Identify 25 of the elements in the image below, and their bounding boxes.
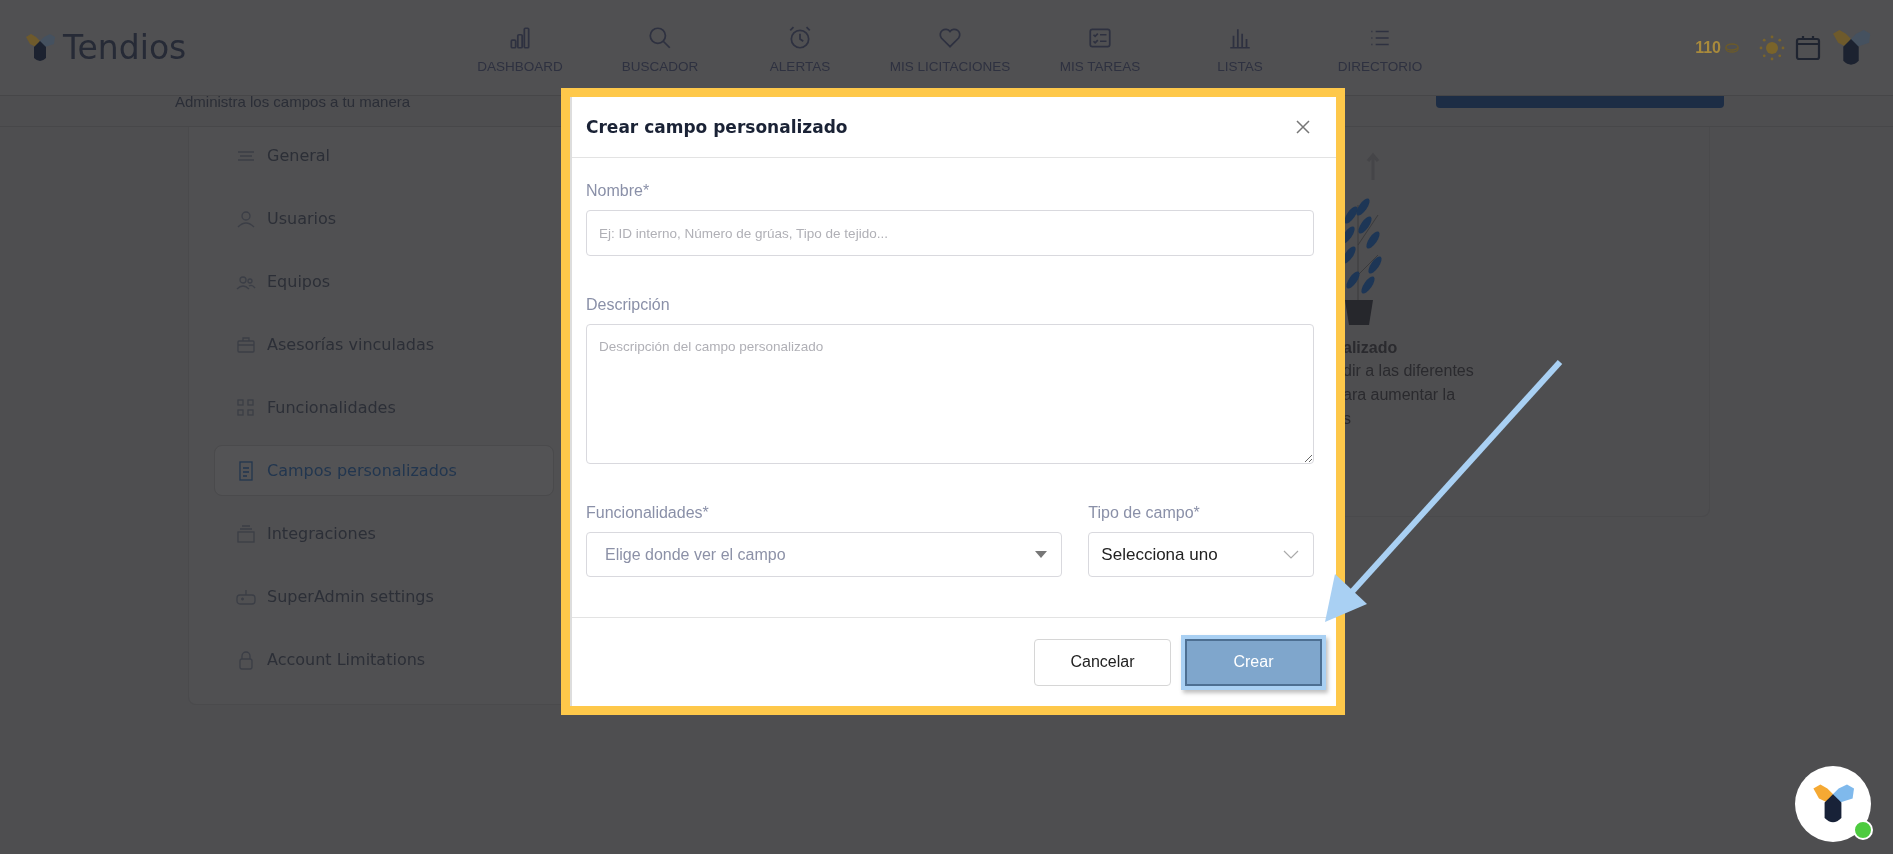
bar-chart-icon — [507, 25, 533, 51]
alarm-clock-icon — [787, 25, 813, 51]
select-field[interactable]: Selecciona uno — [1088, 532, 1314, 577]
select-field[interactable]: Elige donde ver el campo — [586, 532, 1063, 577]
field-label: Funcionalidades* — [586, 504, 710, 522]
checklist-icon — [1087, 25, 1113, 51]
search-icon — [647, 25, 673, 51]
caret-icon — [1035, 551, 1048, 558]
account-avatar-icon[interactable] — [1831, 29, 1871, 66]
name-field[interactable]: Ej: ID interno, Número de grúas, Tipo de tejido... — [586, 210, 1314, 256]
cancel-button[interactable]: Cancelar — [1034, 638, 1171, 686]
field-label: Tipo de campo* — [1088, 504, 1201, 522]
credits-count: 110 — [1695, 38, 1721, 57]
logo-icon — [1812, 784, 1854, 824]
description-field[interactable]: Descripción del campo personalizado — [586, 324, 1314, 464]
field-label: Descripción — [586, 296, 671, 314]
calendar-icon[interactable] — [1795, 34, 1821, 61]
coin-icon — [1725, 42, 1739, 53]
logo-icon — [25, 33, 55, 62]
field-label: Nombre* — [586, 182, 651, 200]
chevron-down-icon — [1283, 550, 1299, 559]
online-status-dot — [1853, 820, 1873, 840]
document-icon — [236, 460, 256, 481]
sun-icon[interactable] — [1759, 34, 1785, 61]
dialog-title: Crear campo personalizado — [586, 117, 848, 137]
